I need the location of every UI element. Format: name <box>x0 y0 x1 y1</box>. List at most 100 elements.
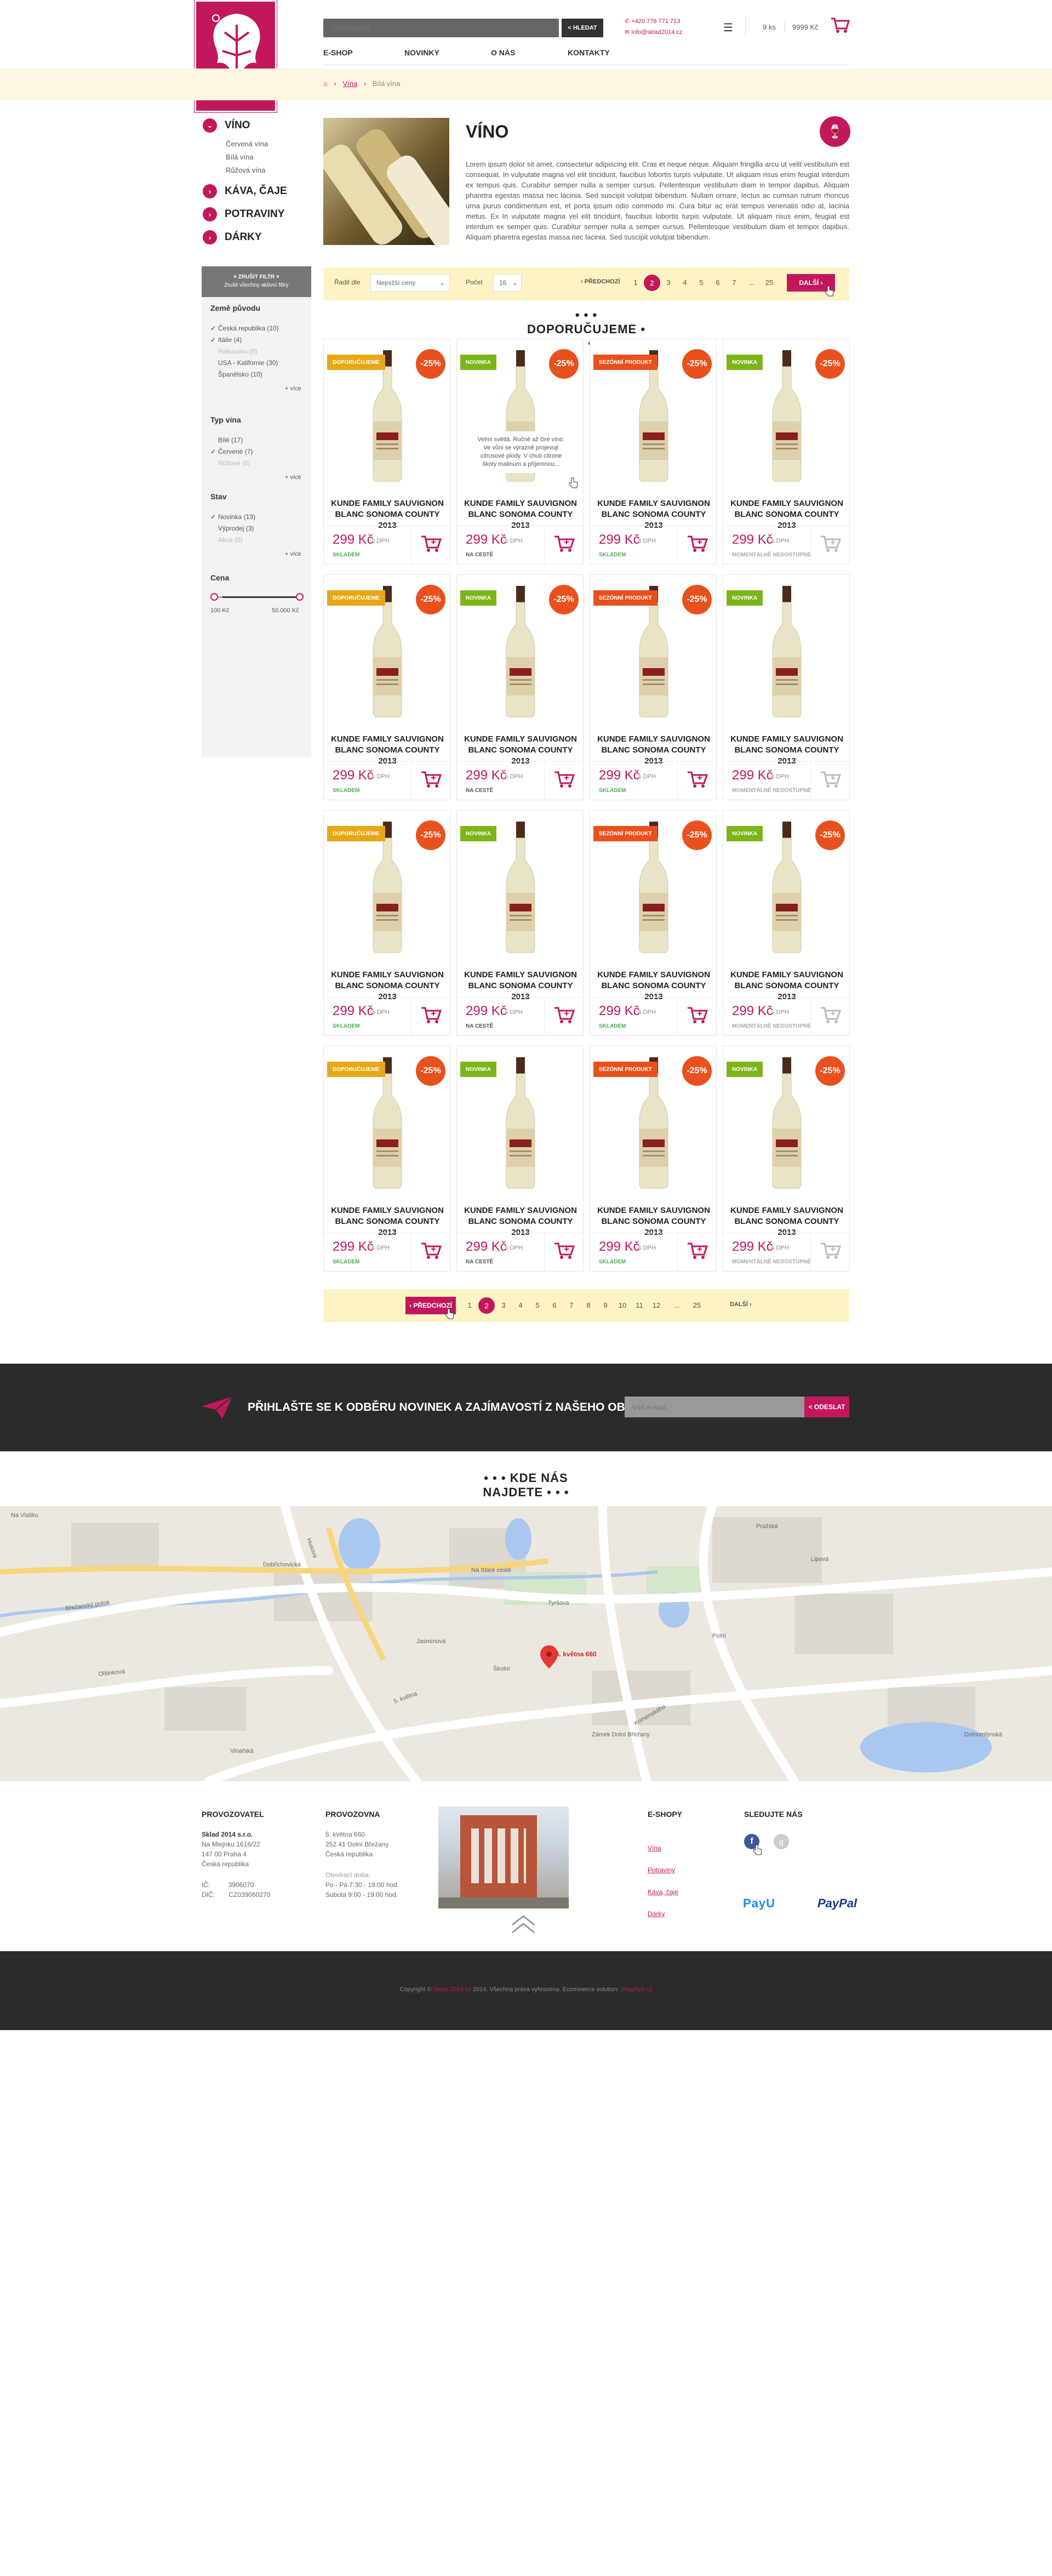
filter-more-link[interactable]: + více <box>285 385 301 392</box>
search-button[interactable]: < HLEDAT <box>562 19 603 37</box>
filter-option[interactable]: ✓ Novinka (13) <box>210 513 255 521</box>
filter-option[interactable]: ✓ Česká republika (10) <box>210 324 279 332</box>
add-to-cart-icon[interactable] <box>420 534 442 553</box>
add-to-cart-icon[interactable] <box>553 770 575 789</box>
product-card[interactable]: DOPORUČUJEME -25% KUNDE FAMILY SAUVIGNON… <box>323 810 450 1036</box>
product-name[interactable]: KUNDE FAMILY SAUVIGNON BLANC SONOMA COUN… <box>728 970 846 1002</box>
product-name[interactable]: KUNDE FAMILY SAUVIGNON BLANC SONOMA COUN… <box>728 734 846 767</box>
product-card[interactable]: NOVINKA -25% KUNDE FAMILY SAUVIGNON BLAN… <box>723 1046 850 1272</box>
filter-option[interactable]: Růžové (0) <box>210 459 250 467</box>
page-link[interactable]: 4 <box>512 1301 529 1309</box>
add-to-cart-icon[interactable] <box>820 534 842 553</box>
product-name[interactable]: KUNDE FAMILY SAUVIGNON BLANC SONOMA COUN… <box>461 498 580 531</box>
add-to-cart-icon[interactable] <box>687 1241 708 1260</box>
product-card[interactable]: NOVINKA KUNDE FAMILY SAUVIGNON BLANC SON… <box>456 1046 584 1272</box>
product-name[interactable]: KUNDE FAMILY SAUVIGNON BLANC SONOMA COUN… <box>594 970 713 1002</box>
product-name[interactable]: KUNDE FAMILY SAUVIGNON BLANC SONOMA COUN… <box>461 734 580 767</box>
page-current[interactable]: 2 <box>644 275 660 291</box>
page-link[interactable]: 5 <box>529 1301 546 1309</box>
add-to-cart-icon[interactable] <box>687 1006 708 1024</box>
product-card[interactable]: DOPORUČUJEME -25% KUNDE FAMILY SAUVIGNON… <box>323 339 450 565</box>
page-link[interactable]: 5 <box>693 278 710 287</box>
filter-option[interactable]: Výprodej (3) <box>210 525 254 532</box>
product-card[interactable]: DOPORUČUJEME -25% KUNDE FAMILY SAUVIGNON… <box>323 574 450 801</box>
page-link[interactable]: 1 <box>627 278 644 287</box>
add-to-cart-icon[interactable] <box>820 1006 842 1024</box>
sort-select[interactable]: Nejnižší ceny ⌄ <box>370 274 450 292</box>
nav-eshop[interactable]: E-SHOP <box>323 48 353 57</box>
prev-page[interactable]: ‹ PŘEDCHOZÍ <box>581 278 620 285</box>
newsletter-submit[interactable]: < ODESLAT <box>804 1397 849 1417</box>
breadcrumb-vina[interactable]: Vína <box>342 79 357 88</box>
filter-option[interactable]: Akce (0) <box>210 536 243 544</box>
product-name[interactable]: KUNDE FAMILY SAUVIGNON BLANC SONOMA COUN… <box>594 734 713 767</box>
map[interactable]: Břežanský potok Na Vlašku Husova Dobřich… <box>0 1506 1052 1781</box>
shopsys-link[interactable]: ShopSys.cz <box>621 1986 653 1993</box>
add-to-cart-icon[interactable] <box>820 770 842 789</box>
filter-option[interactable]: ✓ Itálie (4) <box>210 336 242 344</box>
scroll-top-icon[interactable] <box>510 1913 537 1935</box>
product-card[interactable]: SEZÓNNÍ PRODUKT -25% KUNDE FAMILY SAUVIG… <box>590 810 717 1036</box>
page-current[interactable]: 2 <box>478 1297 495 1314</box>
product-name[interactable]: KUNDE FAMILY SAUVIGNON BLANC SONOMA COUN… <box>328 1205 447 1238</box>
next-page[interactable]: DALŠÍ › <box>730 1301 752 1308</box>
page-link[interactable]: ... <box>665 1301 688 1309</box>
add-to-cart-icon[interactable] <box>687 534 708 553</box>
product-name[interactable]: KUNDE FAMILY SAUVIGNON BLANC SONOMA COUN… <box>328 970 447 1002</box>
price-slider-max-handle[interactable] <box>296 593 304 601</box>
product-name[interactable]: KUNDE FAMILY SAUVIGNON BLANC SONOMA COUN… <box>728 498 846 531</box>
cart-count[interactable]: 9 ks <box>763 23 776 31</box>
add-to-cart-icon[interactable] <box>687 770 708 789</box>
footer-link-darky[interactable]: Dárky <box>648 1903 678 1925</box>
page-link[interactable]: 3 <box>660 278 677 287</box>
nav-kontakty[interactable]: KONTAKTY <box>568 48 610 57</box>
phone-contact[interactable]: ✆ +420 776 771 713 <box>625 18 680 25</box>
product-card[interactable]: NOVINKA KUNDE FAMILY SAUVIGNON BLANC SON… <box>723 574 850 801</box>
add-to-cart-icon[interactable] <box>553 1241 575 1260</box>
sidebar-cat-potraviny[interactable]: › POTRAVINY <box>203 207 284 221</box>
product-name[interactable]: KUNDE FAMILY SAUVIGNON BLANC SONOMA COUN… <box>328 498 447 531</box>
cart-icon[interactable] <box>830 16 850 34</box>
filter-reset-button[interactable]: × ZRUŠIT FILTR × Zrušit všechny aktivní … <box>202 266 311 297</box>
sidebar-cat-kava[interactable]: › KÁVA, ČAJE <box>203 184 287 198</box>
email-contact[interactable]: ✉ info@sklad2014.cz <box>625 29 682 36</box>
add-to-cart-icon[interactable] <box>553 1006 575 1024</box>
page-link[interactable]: 9 <box>597 1301 614 1309</box>
product-name[interactable]: KUNDE FAMILY SAUVIGNON BLANC SONOMA COUN… <box>594 1205 713 1238</box>
newsletter-email-input[interactable] <box>625 1397 804 1417</box>
product-card[interactable]: DOPORUČUJEME -25% KUNDE FAMILY SAUVIGNON… <box>323 1046 450 1272</box>
menu-icon[interactable]: ☰ <box>723 21 733 35</box>
search-input[interactable] <box>323 19 562 37</box>
filter-option[interactable]: Španělsko (10) <box>210 371 262 378</box>
page-link[interactable]: 25 <box>689 1301 705 1309</box>
sidebar-cat-darky[interactable]: › DÁRKY <box>203 230 262 244</box>
product-name[interactable]: KUNDE FAMILY SAUVIGNON BLANC SONOMA COUN… <box>328 734 447 767</box>
footer-link-potraviny[interactable]: Potraviny <box>648 1859 678 1881</box>
page-link[interactable]: 11 <box>631 1301 648 1309</box>
add-to-cart-icon[interactable] <box>553 534 575 553</box>
footer-link-vina[interactable]: Vína <box>648 1837 678 1859</box>
page-link[interactable]: 8 <box>580 1301 597 1309</box>
nav-novinky[interactable]: NOVINKY <box>404 48 439 57</box>
product-card[interactable]: SEZÓNNÍ PRODUKT -25% KUNDE FAMILY SAUVIG… <box>590 574 717 801</box>
sidebar-cat-vino[interactable]: ⌄ VÍNO <box>203 118 250 133</box>
page-link[interactable]: 25 <box>761 278 777 287</box>
page-link[interactable]: ... <box>742 278 761 287</box>
product-card[interactable]: NOVINKA -25% KUNDE FAMILY SAUVIGNON BLAN… <box>456 574 584 801</box>
add-to-cart-icon[interactable] <box>420 770 442 789</box>
product-card[interactable]: SEZÓNNÍ PRODUKT -25% KUNDE FAMILY SAUVIG… <box>590 339 717 565</box>
cart-total[interactable]: 9999 Kč <box>792 23 819 31</box>
product-name[interactable]: KUNDE FAMILY SAUVIGNON BLANC SONOMA COUN… <box>461 1205 580 1238</box>
page-link[interactable]: 10 <box>614 1301 631 1309</box>
add-to-cart-icon[interactable] <box>820 1241 842 1260</box>
footer-link-kava[interactable]: Káva, čaje <box>648 1881 678 1903</box>
count-select[interactable]: 16 ⌄ <box>493 274 522 292</box>
filter-option[interactable]: ✓ Červené (7) <box>210 448 253 455</box>
subcat-bila[interactable]: Bílá vína <box>226 153 254 161</box>
add-to-cart-icon[interactable] <box>420 1006 442 1024</box>
nav-o-nas[interactable]: O NÁS <box>491 48 515 57</box>
page-link[interactable]: 6 <box>710 278 726 287</box>
copyright-link[interactable]: Sklad 2014.cz <box>433 1986 471 1993</box>
home-icon[interactable]: ⌂ <box>323 79 328 88</box>
search-field[interactable] <box>323 19 562 37</box>
